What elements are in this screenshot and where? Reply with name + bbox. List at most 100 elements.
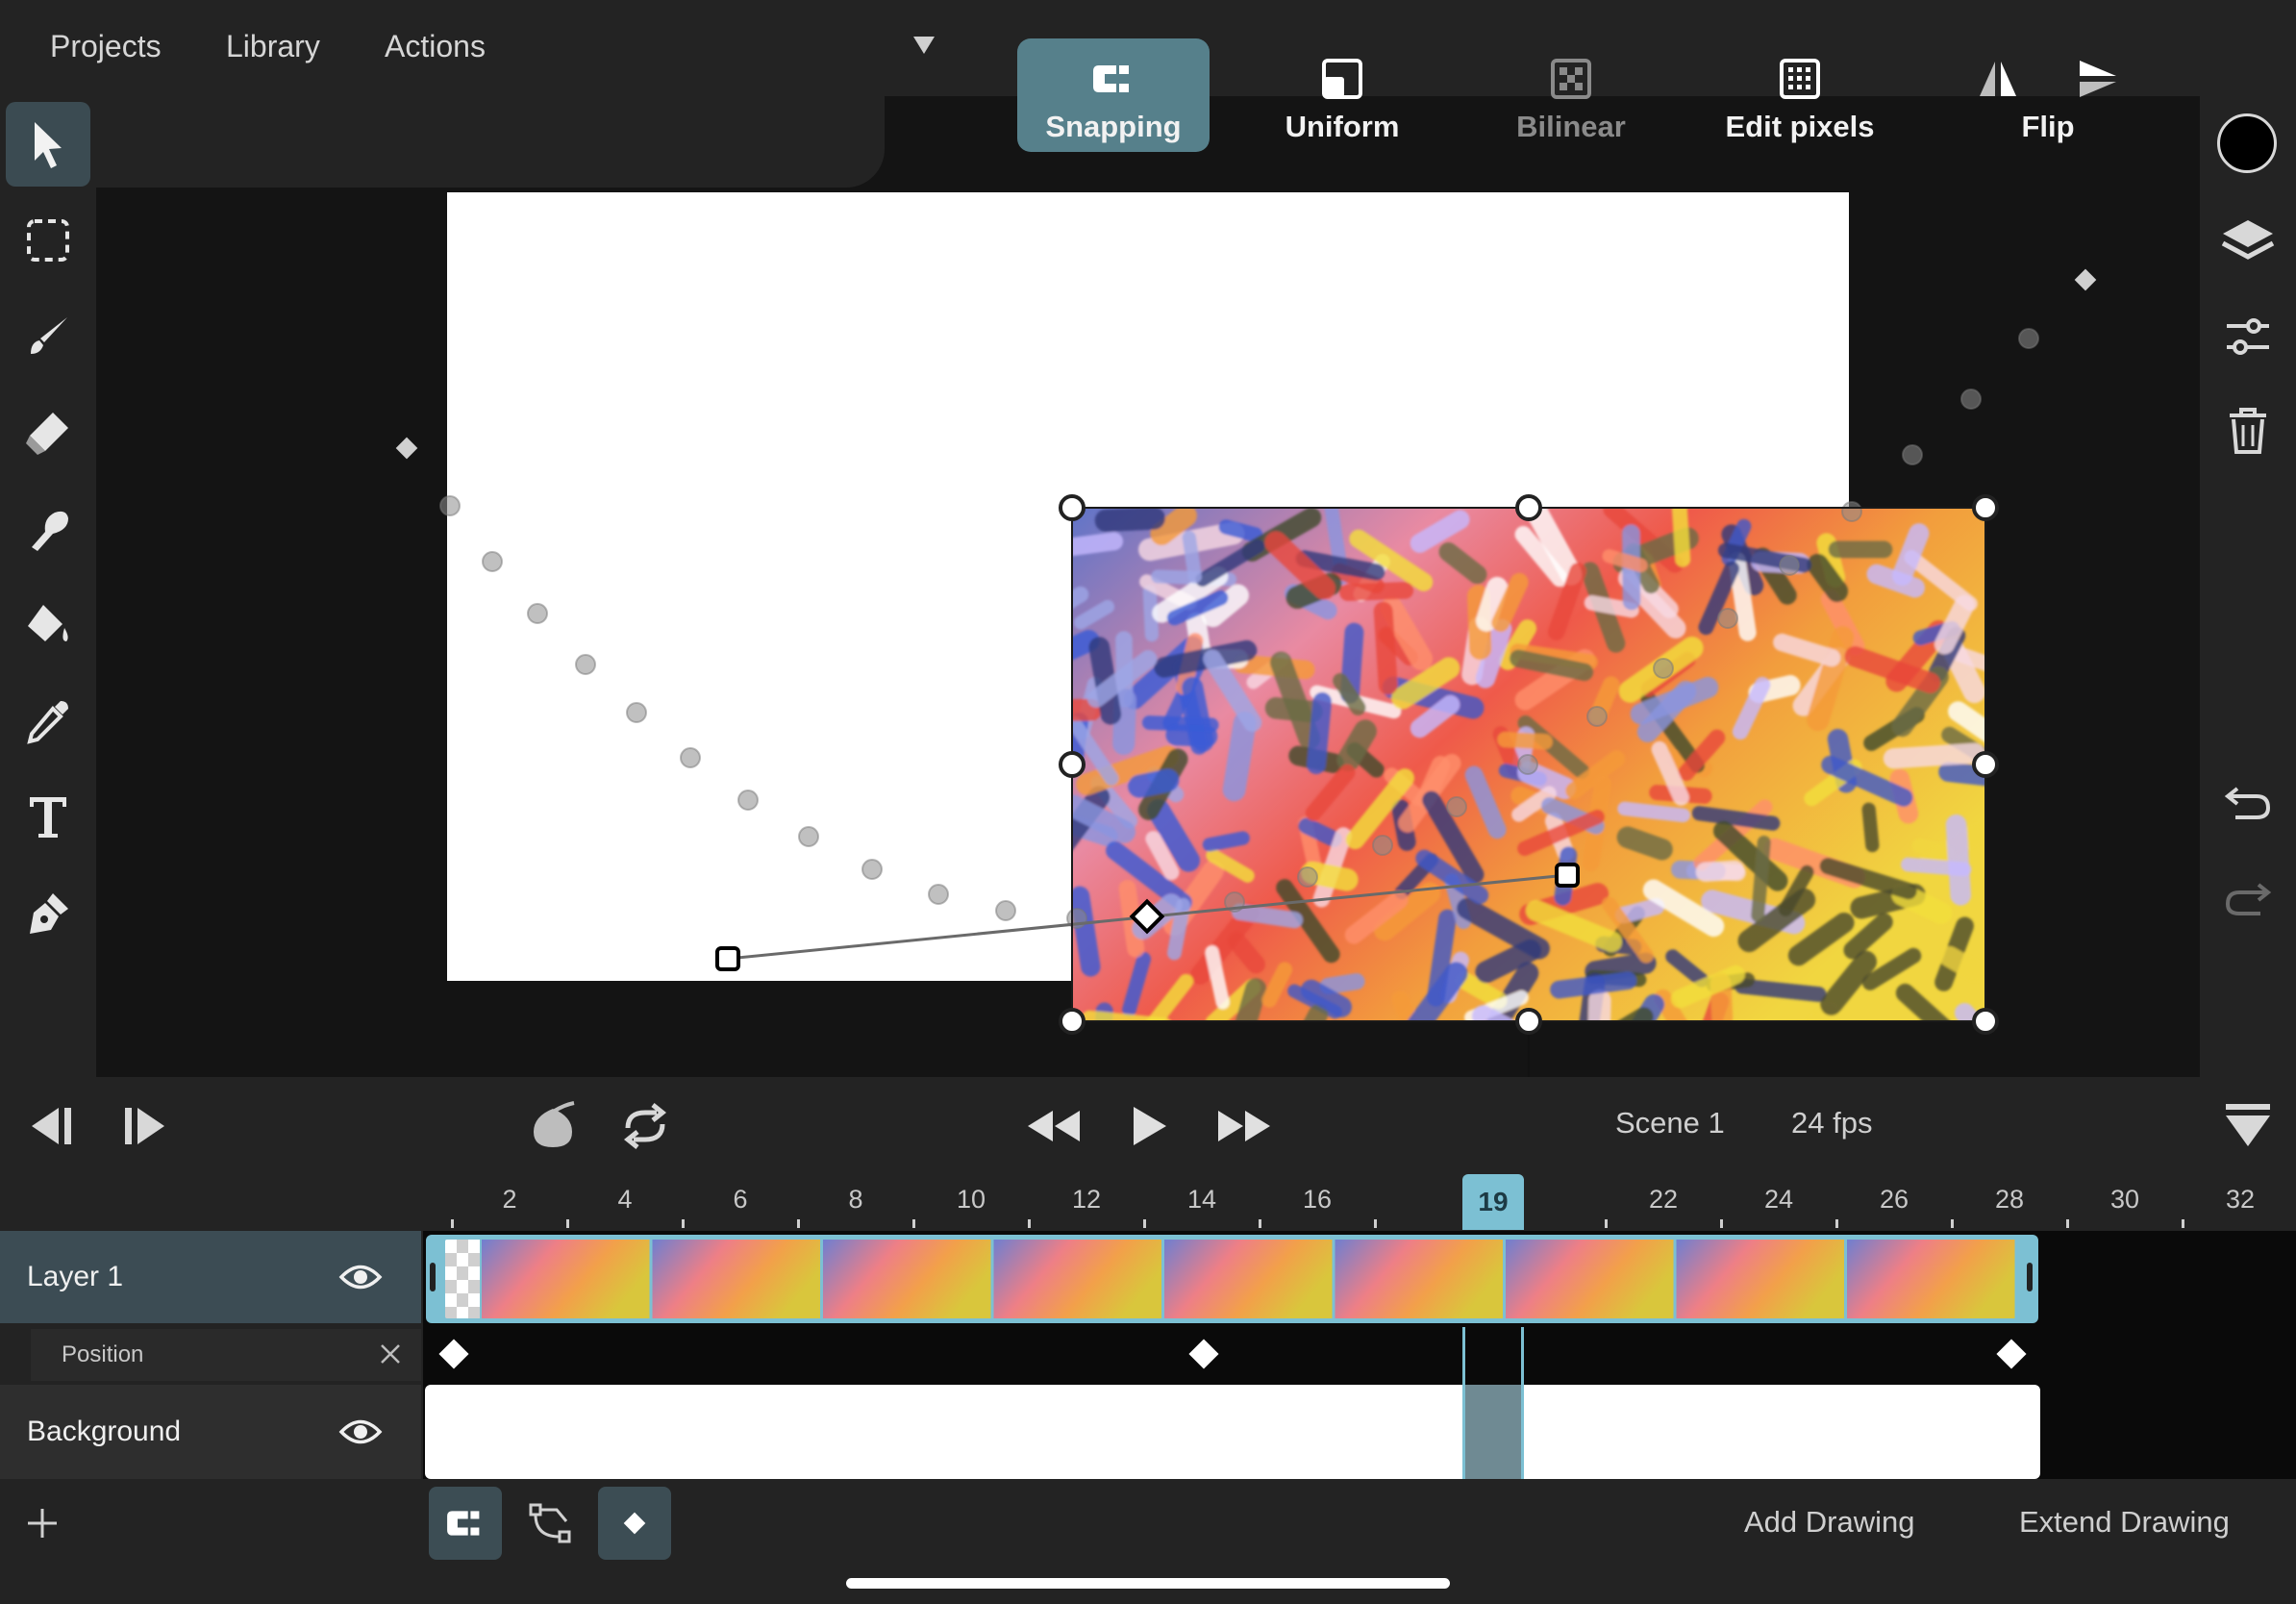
snapping-label: Snapping bbox=[1045, 110, 1182, 143]
scene-selector[interactable]: Scene 1 bbox=[1615, 1106, 1725, 1140]
previous-frame-button[interactable] bbox=[15, 1094, 83, 1158]
marquee-tool[interactable] bbox=[6, 198, 90, 283]
frame-tick bbox=[1835, 1219, 1838, 1228]
bilinear-icon bbox=[1550, 52, 1592, 106]
fast-forward-icon bbox=[1218, 1111, 1270, 1141]
eraser-tool[interactable] bbox=[6, 390, 90, 475]
fast-forward-button[interactable] bbox=[1211, 1094, 1279, 1158]
add-keyframe-button[interactable] bbox=[598, 1487, 671, 1560]
layer-row-layer-1[interactable]: Layer 1 bbox=[0, 1231, 421, 1323]
frame-number-label: 12 bbox=[1071, 1185, 1102, 1214]
frame-tick bbox=[1374, 1219, 1377, 1228]
onion-skin-button[interactable] bbox=[519, 1094, 586, 1158]
playhead[interactable] bbox=[1462, 1327, 1524, 1479]
select-tool[interactable] bbox=[6, 102, 90, 187]
close-icon[interactable] bbox=[379, 1342, 402, 1366]
fill-tool[interactable] bbox=[6, 583, 90, 667]
play-button[interactable] bbox=[1115, 1094, 1183, 1158]
motion-path-icon bbox=[529, 1503, 571, 1543]
extend-drawing-button[interactable]: Extend Drawing bbox=[2019, 1505, 2230, 1540]
edit-pixels-button[interactable]: Edit pixels bbox=[1704, 38, 1896, 152]
text-tool[interactable] bbox=[6, 775, 90, 860]
selected-drawing[interactable] bbox=[1072, 508, 1985, 1021]
frame-tick bbox=[797, 1219, 800, 1228]
flip-horizontal-icon[interactable] bbox=[1977, 58, 2019, 100]
undo-button[interactable] bbox=[2211, 765, 2284, 839]
frame-number-label: 8 bbox=[848, 1185, 863, 1214]
frame-number-label: 16 bbox=[1302, 1185, 1333, 1214]
background-drawing-strip[interactable] bbox=[425, 1385, 2040, 1479]
flip-button[interactable]: Flip bbox=[1952, 38, 2144, 152]
add-layer-icon bbox=[28, 1509, 57, 1538]
eye-icon[interactable] bbox=[338, 1263, 383, 1291]
layer-name: Layer 1 bbox=[27, 1261, 124, 1292]
frame-tick bbox=[1028, 1219, 1031, 1228]
select-arrow-icon bbox=[35, 122, 62, 168]
menu-dropdown-caret-icon[interactable] bbox=[913, 37, 935, 54]
frame-number-label: 10 bbox=[956, 1185, 986, 1214]
layer-row-background[interactable]: Background bbox=[0, 1385, 421, 1479]
layers-button[interactable] bbox=[2211, 204, 2284, 277]
frame-tick bbox=[1143, 1219, 1146, 1228]
adjustments-icon bbox=[2227, 318, 2269, 355]
smudge-icon bbox=[32, 511, 68, 551]
eye-icon[interactable] bbox=[338, 1417, 383, 1446]
loop-icon bbox=[623, 1103, 667, 1149]
brush-tool[interactable] bbox=[6, 294, 90, 379]
snapping-button[interactable]: Snapping bbox=[1017, 38, 1210, 152]
delete-button[interactable] bbox=[2211, 394, 2284, 467]
frame-tick bbox=[1951, 1219, 1954, 1228]
property-name: Position bbox=[62, 1341, 144, 1367]
frame-tick bbox=[1720, 1219, 1723, 1228]
timeline-snapping-button[interactable] bbox=[429, 1487, 502, 1560]
pen-tool[interactable] bbox=[6, 871, 90, 956]
bilinear-button[interactable]: Bilinear bbox=[1475, 38, 1667, 152]
menu-library[interactable]: Library bbox=[226, 29, 320, 64]
trash-icon bbox=[2230, 408, 2266, 454]
uniform-icon bbox=[1321, 52, 1363, 106]
redo-button[interactable] bbox=[2211, 862, 2284, 935]
strip-end-handle[interactable] bbox=[2027, 1263, 2033, 1291]
uniform-button[interactable]: Uniform bbox=[1246, 38, 1438, 152]
add-layer-button[interactable] bbox=[6, 1487, 79, 1560]
redo-icon bbox=[2225, 883, 2272, 915]
frame-tick bbox=[1259, 1219, 1261, 1228]
edit-pixels-label: Edit pixels bbox=[1725, 110, 1875, 143]
frame-number-label: 26 bbox=[1879, 1185, 1909, 1214]
text-icon bbox=[30, 797, 66, 838]
rewind-button[interactable] bbox=[1019, 1094, 1086, 1158]
frame-tick bbox=[451, 1219, 454, 1228]
frame-tick bbox=[682, 1219, 685, 1228]
frame-number-label: 24 bbox=[1763, 1185, 1794, 1214]
current-frame-indicator[interactable]: 19 bbox=[1462, 1174, 1524, 1230]
frame-number-label: 28 bbox=[1994, 1185, 2025, 1214]
property-row-position[interactable]: Position bbox=[31, 1329, 421, 1381]
edit-pixels-icon bbox=[1779, 52, 1821, 106]
pen-icon bbox=[30, 893, 68, 934]
bilinear-label: Bilinear bbox=[1516, 110, 1626, 143]
next-frame-button[interactable] bbox=[113, 1094, 181, 1158]
frame-tick bbox=[566, 1219, 569, 1228]
current-color-swatch[interactable] bbox=[2217, 113, 2277, 173]
eraser-icon bbox=[26, 413, 68, 455]
undo-icon bbox=[2224, 787, 2271, 819]
menu-projects[interactable]: Projects bbox=[50, 29, 162, 64]
collapse-timeline-button[interactable] bbox=[2211, 1094, 2284, 1158]
drawing-thumbnails bbox=[445, 1240, 2022, 1318]
menu-actions[interactable]: Actions bbox=[385, 29, 486, 64]
strip-start-handle[interactable] bbox=[430, 1263, 436, 1291]
play-icon bbox=[1134, 1107, 1166, 1145]
rewind-icon bbox=[1028, 1111, 1080, 1141]
add-drawing-button[interactable]: Add Drawing bbox=[1744, 1505, 1914, 1540]
adjustments-button[interactable] bbox=[2211, 300, 2284, 373]
uniform-label: Uniform bbox=[1285, 110, 1400, 143]
brush-icon bbox=[31, 317, 67, 354]
flip-vertical-icon[interactable] bbox=[2077, 58, 2119, 100]
loop-button[interactable] bbox=[611, 1094, 679, 1158]
motion-path-button[interactable] bbox=[513, 1487, 586, 1560]
eyedropper-tool[interactable] bbox=[6, 679, 90, 764]
eyedropper-icon bbox=[27, 701, 68, 744]
frame-tick bbox=[1605, 1219, 1608, 1228]
fps-selector[interactable]: 24 fps bbox=[1791, 1106, 1872, 1140]
smudge-tool[interactable] bbox=[6, 487, 90, 571]
